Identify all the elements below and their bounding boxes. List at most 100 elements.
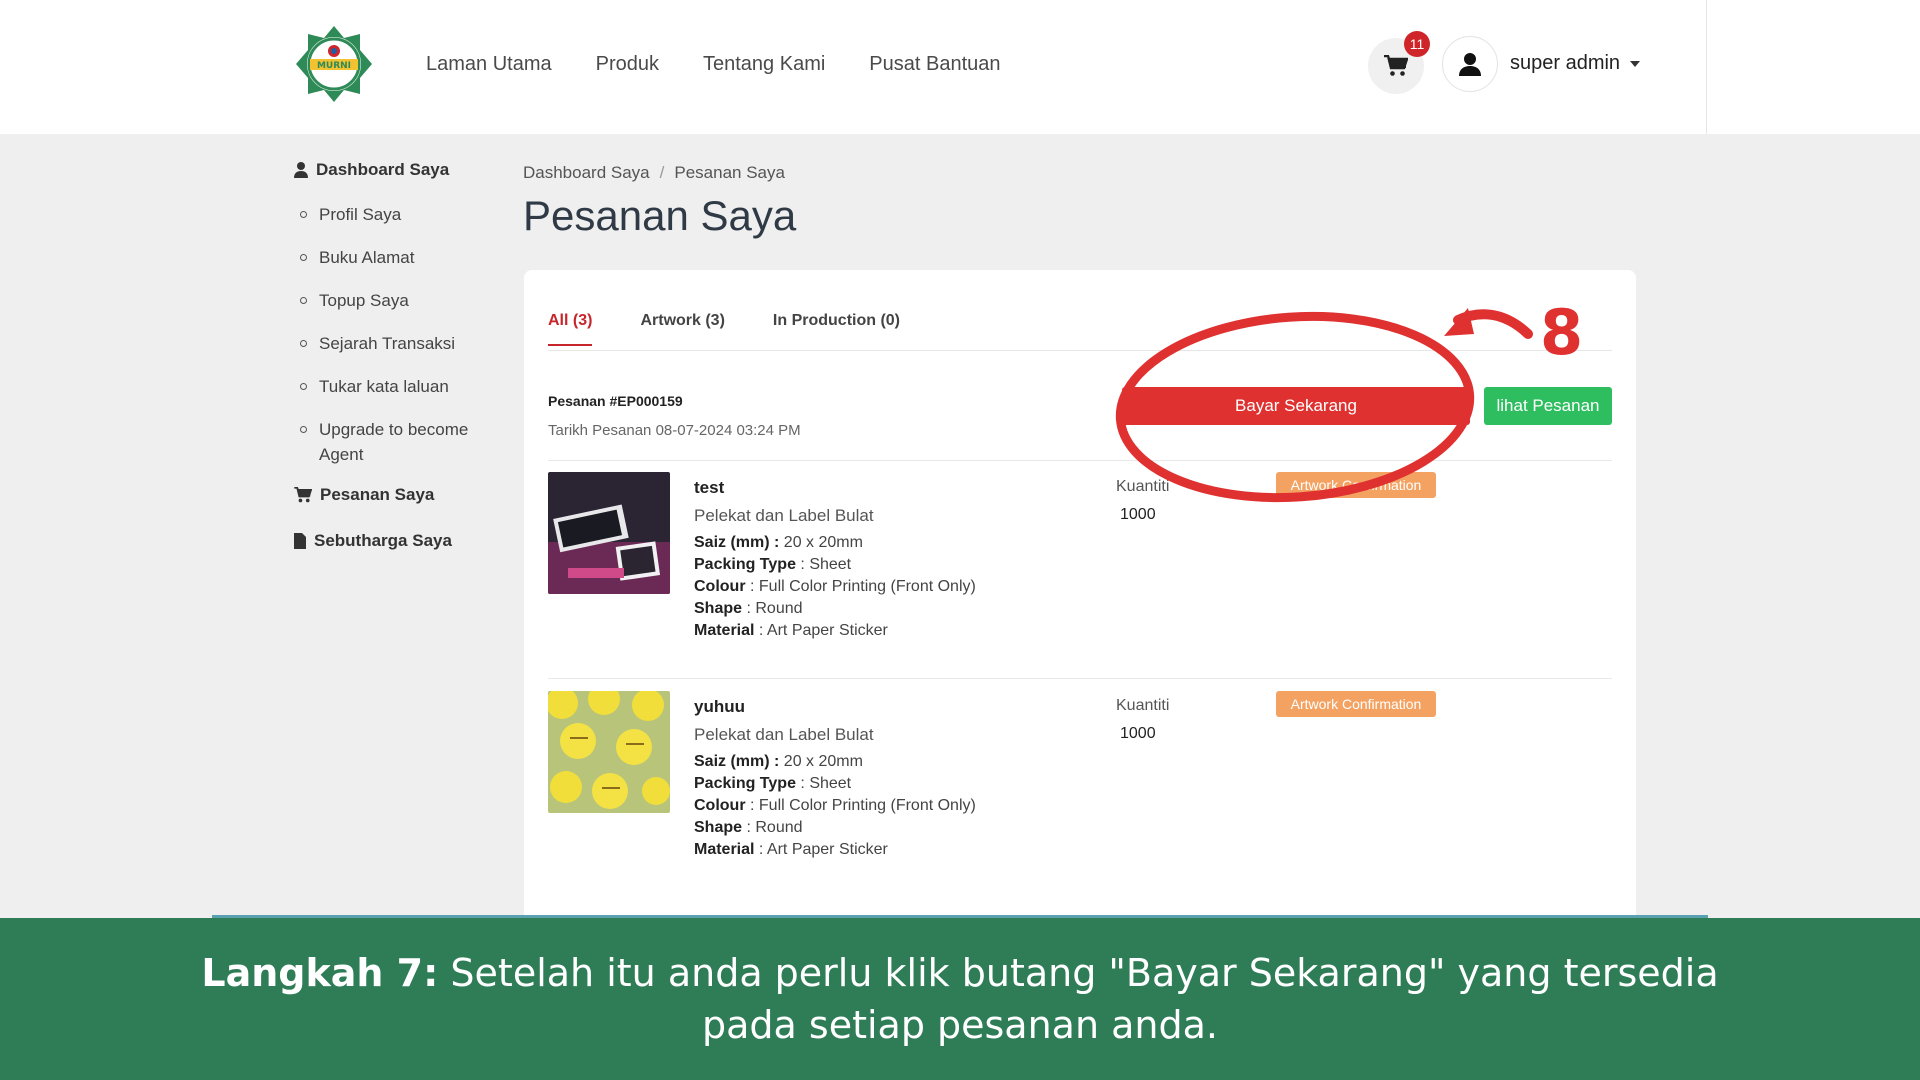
user-avatar[interactable]: [1442, 36, 1498, 92]
spec-label: Saiz (mm) :: [694, 534, 780, 551]
sidebar-item-tukar-kata-laluan[interactable]: Tukar kata laluan: [300, 374, 494, 399]
spec-packing: Sheet: [809, 556, 852, 573]
chevron-down-icon: [1630, 60, 1641, 67]
user-icon: [1459, 53, 1481, 76]
spec-label: Material: [694, 622, 755, 639]
caption-step: Langkah 7:: [201, 951, 439, 995]
sidebar-item-label: Tukar kata laluan: [319, 377, 449, 396]
divider: [1706, 0, 1707, 134]
sidebar-item-sebutharga[interactable]: Sebutharga Saya: [294, 531, 494, 551]
order-date: Tarikh Pesanan 08-07-2024 03:24 PM: [548, 422, 801, 439]
spec-label: Material: [694, 841, 755, 858]
list-item: yuhuu Pelekat dan Label Bulat Saiz (mm) …: [548, 691, 1612, 861]
sidebar-item-label: Pesanan Saya: [320, 485, 435, 504]
nav-pusat-bantuan[interactable]: Pusat Bantuan: [869, 53, 1000, 76]
order-tabs: All (3) Artwork (3) In Production (0): [548, 312, 900, 346]
quantity-label: Kuantiti: [1116, 478, 1170, 495]
user-name: super admin: [1510, 52, 1621, 74]
divider: [548, 350, 1612, 351]
list-item: test Pelekat dan Label Bulat Saiz (mm) :…: [548, 472, 1612, 642]
product-category: Pelekat dan Label Bulat: [694, 725, 874, 744]
user-icon: [294, 162, 308, 178]
spec-packing: Sheet: [809, 775, 852, 792]
user-menu[interactable]: super admin: [1510, 52, 1641, 75]
quantity-label: Kuantiti: [1116, 697, 1170, 714]
spec-label: Packing Type: [694, 556, 796, 573]
product-name: yuhuu: [694, 697, 745, 716]
spec-shape: Round: [755, 819, 803, 836]
spec-label: Colour: [694, 578, 746, 595]
main-nav: Laman Utama Produk Tentang Kami Pusat Ba…: [426, 53, 1001, 76]
divider: [548, 460, 1612, 461]
logo-text: MURNI: [317, 61, 351, 71]
spec-label: Packing Type: [694, 775, 796, 792]
sidebar-item-upgrade-agent[interactable]: Upgrade to become Agent: [300, 417, 494, 467]
product-image: [548, 472, 670, 594]
sidebar-item-label: Dashboard Saya: [316, 160, 450, 179]
sidebar-item-pesanan[interactable]: Pesanan Saya: [294, 485, 494, 505]
sidebar-submenu: Profil Saya Buku Alamat Topup Saya Sejar…: [300, 202, 494, 467]
breadcrumb-dashboard[interactable]: Dashboard Saya: [523, 163, 650, 183]
pay-now-button[interactable]: Bayar Sekarang: [1122, 387, 1470, 425]
sidebar-item-topup[interactable]: Topup Saya: [300, 288, 494, 313]
spec-colour: Full Color Printing (Front Only): [758, 578, 976, 595]
spec-material: Art Paper Sticker: [766, 841, 888, 858]
site-logo[interactable]: MURNI: [294, 24, 374, 104]
nav-produk[interactable]: Produk: [596, 53, 659, 76]
cart-count-badge: 11: [1404, 31, 1430, 57]
breadcrumb-current: Pesanan Saya: [674, 163, 785, 182]
sidebar-item-label: Profil Saya: [319, 205, 402, 224]
file-icon: [294, 533, 306, 549]
cart-icon: [1384, 55, 1408, 76]
sidebar-item-label: Buku Alamat: [319, 248, 415, 267]
quantity-value: 1000: [1120, 506, 1156, 523]
spec-colour: Full Color Printing (Front Only): [758, 797, 976, 814]
sidebar-item-label: Upgrade to become Agent: [319, 420, 469, 464]
sidebar-item-profil[interactable]: Profil Saya: [300, 202, 494, 227]
top-navbar: MURNI Laman Utama Produk Tentang Kami Pu…: [0, 0, 1920, 134]
orders-card: All (3) Artwork (3) In Production (0) Pe…: [524, 270, 1636, 930]
spec-label: Saiz (mm) :: [694, 753, 780, 770]
spec-label: Colour: [694, 797, 746, 814]
tab-all[interactable]: All (3): [548, 312, 593, 346]
page-title: Pesanan Saya: [523, 192, 797, 239]
spec-material: Art Paper Sticker: [766, 622, 888, 639]
sidebar-item-label: Sejarah Transaksi: [319, 334, 456, 353]
bullet-icon: [300, 340, 307, 347]
cart-icon: [294, 487, 312, 503]
product-specs: Saiz (mm) : 20 x 20mm Packing Type : She…: [694, 534, 976, 639]
bullet-icon: [300, 383, 307, 390]
breadcrumb: Dashboard Saya / Pesanan Saya: [523, 163, 785, 183]
product-name: test: [694, 478, 725, 497]
view-order-button[interactable]: lihat Pesanan: [1484, 387, 1612, 425]
bullet-icon: [300, 426, 307, 433]
status-badge: Artwork Confirmation: [1276, 472, 1436, 498]
account-sidebar: Dashboard Saya Profil Saya Buku Alamat T…: [294, 160, 494, 551]
tutorial-caption: Langkah 7: Setelah itu anda perlu klik b…: [0, 918, 1920, 1080]
sidebar-item-label: Topup Saya: [319, 291, 409, 310]
sidebar-item-dashboard[interactable]: Dashboard Saya: [294, 160, 494, 180]
divider: [548, 678, 1612, 679]
bullet-icon: [300, 297, 307, 304]
spec-size: 20 x 20mm: [783, 534, 863, 551]
spec-label: Shape: [694, 600, 743, 617]
sidebar-item-label: Sebutharga Saya: [314, 531, 452, 550]
tab-in-production[interactable]: In Production (0): [773, 312, 900, 346]
quantity-value: 1000: [1120, 725, 1156, 742]
spec-shape: Round: [755, 600, 803, 617]
nav-laman-utama[interactable]: Laman Utama: [426, 53, 552, 76]
bullet-icon: [300, 211, 307, 218]
annotation-step-number: 8: [1540, 296, 1584, 369]
product-specs: Saiz (mm) : 20 x 20mm Packing Type : She…: [694, 753, 976, 858]
nav-tentang-kami[interactable]: Tentang Kami: [703, 53, 825, 76]
caption-text: Setelah itu anda perlu klik butang "Baya…: [450, 951, 1719, 1047]
status-badge: Artwork Confirmation: [1276, 691, 1436, 717]
product-image: [548, 691, 670, 813]
sidebar-item-buku-alamat[interactable]: Buku Alamat: [300, 245, 494, 270]
order-number: Pesanan #EP000159: [548, 393, 683, 409]
spec-label: Shape: [694, 819, 743, 836]
sidebar-item-sejarah-transaksi[interactable]: Sejarah Transaksi: [300, 331, 494, 356]
spec-size: 20 x 20mm: [783, 753, 863, 770]
tab-artwork[interactable]: Artwork (3): [640, 312, 724, 346]
bullet-icon: [300, 254, 307, 261]
